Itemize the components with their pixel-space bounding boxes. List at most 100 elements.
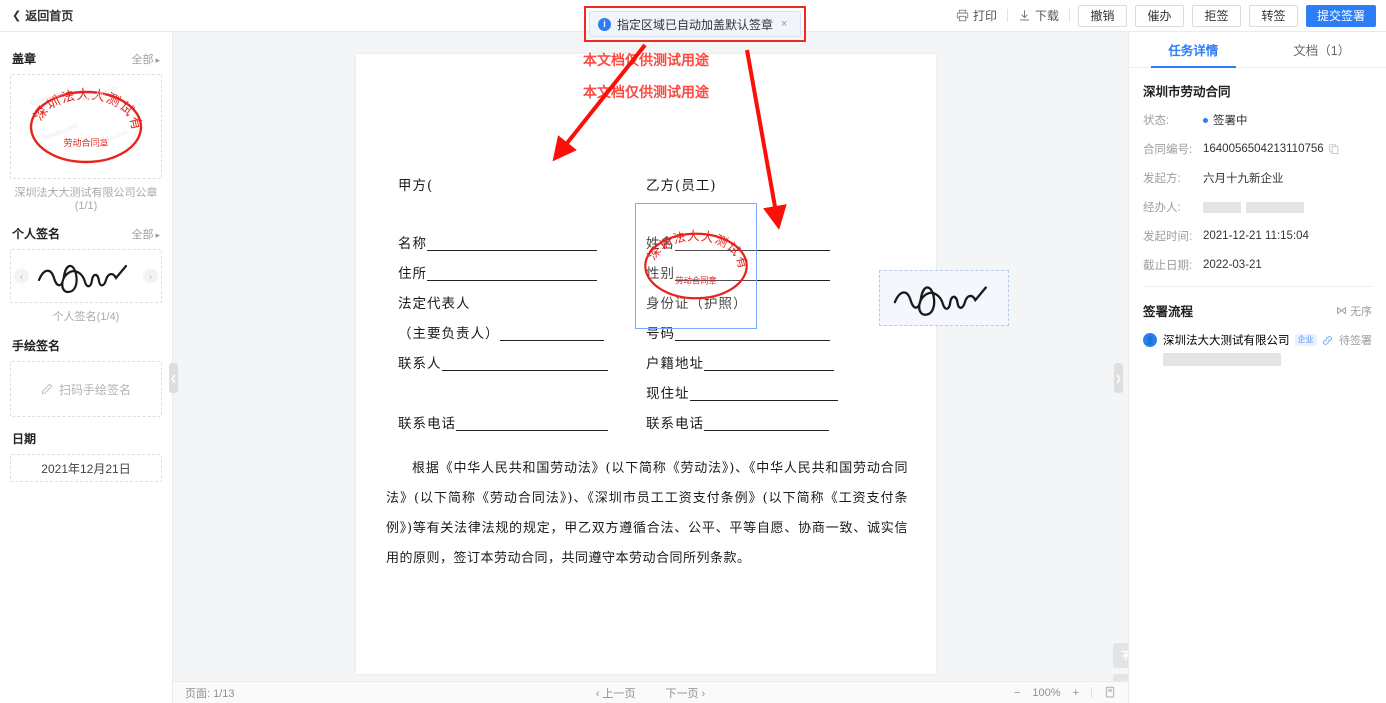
hand-sign-section-title: 手绘签名: [12, 339, 61, 353]
personal-signature-caption: 个人签名(1/4): [52, 311, 120, 323]
signature-app-window: ❮ 返回首页 打印 下载 撤销 催办 拒签 转签 提交签署 i 指定区域已自动加…: [0, 0, 1386, 703]
field-label: 名称: [398, 232, 597, 252]
download-button[interactable]: 下载: [1008, 5, 1069, 27]
detail-row-handler: 经办人:: [1143, 199, 1372, 215]
stamped-seal-graphic: 深圳法大大测试有限公司 劳动合同章: [637, 225, 751, 300]
tab-documents[interactable]: 文档（1）: [1258, 32, 1386, 67]
toolbar-actions: 打印 下载 撤销 催办 拒签 转签 提交签署: [946, 4, 1386, 27]
document-page: 本文档仅供测试用途 本文档仅供测试用途 甲方( 乙方(员工) 名称 住所 法定代…: [356, 53, 936, 674]
right-panel-body: 深圳市劳动合同 状态: 签署中 合同编号: 164005650421311075…: [1129, 68, 1386, 366]
arrow-up-to-line-icon: [1121, 650, 1128, 660]
close-icon[interactable]: ×: [781, 18, 787, 30]
carousel-next-button[interactable]: ›: [143, 268, 158, 284]
zoom-out-button[interactable]: −: [1014, 687, 1020, 699]
svg-text:深圳法大大测试有限公司: 深圳法大大测试有限公司: [637, 225, 751, 271]
signer-name: 深圳法大大测试有限公司: [1163, 335, 1290, 347]
scan-hand-signature-button[interactable]: 扫码手绘签名: [10, 361, 162, 417]
personal-sign-view-all-link[interactable]: 全部 ▸: [131, 226, 160, 242]
urge-button[interactable]: 催办: [1135, 4, 1184, 27]
unordered-icon: ⋈: [1336, 305, 1347, 317]
collapse-left-panel-handle[interactable]: ❮: [169, 363, 178, 393]
employee-signature-field[interactable]: [879, 270, 1009, 326]
back-to-home-button[interactable]: ❮ 返回首页: [12, 7, 73, 24]
signer-list-item[interactable]: 👤 深圳法大大测试有限公司 企业 待签署: [1143, 332, 1372, 366]
field-text: 住所: [398, 266, 427, 282]
employee-signature-graphic: [893, 286, 987, 316]
party-a-label: 甲方(: [398, 178, 434, 194]
seal-section-title: 盖章: [12, 52, 37, 66]
chevron-left-icon: ❮: [12, 10, 22, 22]
link-icon[interactable]: [1322, 335, 1333, 346]
field-text: 名称: [398, 236, 427, 252]
page-watermark-top: 本文档仅供测试用途: [583, 53, 709, 69]
fit-page-icon: [1105, 686, 1115, 698]
download-label: 下载: [1034, 9, 1059, 23]
field-label: 户籍地址: [646, 352, 834, 372]
detail-row-initiator: 发起方: 六月十九新企业: [1143, 170, 1372, 186]
detail-label: 截止日期:: [1143, 260, 1193, 272]
contract-title: 深圳市劳动合同: [1143, 85, 1231, 99]
avatar-icon: 👤: [1143, 333, 1157, 347]
copy-icon[interactable]: [1328, 144, 1339, 154]
field-label: 联系人: [398, 352, 608, 372]
zoom-level-label: 100%: [1032, 686, 1061, 699]
field-text: 联系电话: [398, 416, 456, 432]
field-text: 现住址: [646, 386, 690, 402]
field-text: 联系电话: [646, 416, 704, 432]
deadline-value: 2022-03-21: [1203, 259, 1262, 271]
carousel-prev-button[interactable]: ‹: [14, 268, 29, 284]
personal-sign-section-title: 个人签名: [12, 227, 61, 241]
sign-order-indicator: ⋈ 无序: [1336, 303, 1372, 319]
detail-row-start-time: 发起时间: 2021-12-21 11:15:04: [1143, 228, 1372, 244]
viewer-bottom-bar: 页面: 1/13 ‹ 上一页 下一页 › − 100% +: [173, 681, 1128, 703]
signer-type-badge: 企业: [1294, 333, 1317, 347]
detail-label: 合同编号:: [1143, 144, 1193, 156]
submit-signature-button[interactable]: 提交签署: [1306, 4, 1376, 27]
seal-view-all-link[interactable]: 全部 ▸: [131, 51, 160, 67]
next-page-button[interactable]: 下一页 ›: [666, 685, 706, 701]
info-icon: i: [598, 17, 611, 31]
status-dot-icon: [1203, 117, 1208, 123]
field-text: （主要负责人）: [398, 326, 500, 342]
fit-page-button[interactable]: [1104, 686, 1116, 699]
redacted-value: [1203, 201, 1241, 213]
seal-thumbnail[interactable]: fadada.com fadada.com fadada.com fadada.…: [10, 74, 162, 179]
personal-signature-thumbnail[interactable]: ‹ ›: [10, 249, 162, 303]
sign-order-label: 无序: [1350, 305, 1372, 318]
contract-paragraph: 根据《中华人民共和国劳动法》(以下简称《劳动法》)、《中华人民共和国劳动合同法》…: [386, 454, 908, 574]
zoom-in-button[interactable]: +: [1073, 687, 1079, 699]
toast-message: 指定区域已自动加盖默认签章: [617, 17, 774, 32]
pen-icon: [41, 383, 53, 395]
date-section-header: 日期: [12, 430, 160, 447]
date-stamp-item[interactable]: 2021年12月21日: [10, 454, 162, 482]
company-seal-graphic: fadada.com fadada.com fadada.com fadada.…: [22, 83, 150, 171]
field-label: 现住址: [646, 382, 838, 402]
redacted-signer-detail: [1163, 353, 1281, 366]
print-button[interactable]: 打印: [946, 5, 1007, 27]
reject-sign-button[interactable]: 拒签: [1192, 4, 1241, 27]
status-text: 签署中: [1213, 115, 1248, 127]
page-indicator: 页面: 1/13: [185, 687, 235, 700]
right-detail-panel: 任务详情 文档（1） 深圳市劳动合同 状态: 签署中 合同编号: 1640056…: [1128, 32, 1386, 703]
party-b-label: 乙方(员工): [646, 178, 717, 194]
download-icon: [1018, 9, 1031, 22]
tab-task-details[interactable]: 任务详情: [1129, 32, 1258, 68]
stamped-seal-field[interactable]: 深圳法大大测试有限公司 劳动合同章: [635, 203, 757, 329]
transfer-sign-button[interactable]: 转签: [1249, 4, 1298, 27]
revoke-button[interactable]: 撤销: [1078, 4, 1127, 27]
chevron-right-icon: ▸: [155, 54, 160, 65]
zoom-controls: − 100% +: [1014, 686, 1128, 699]
svg-text:深圳法大大测试有限公司: 深圳法大大测试有限公司: [22, 83, 145, 132]
signer-status: 待签署: [1339, 335, 1372, 347]
initiator-value: 六月十九新企业: [1203, 173, 1284, 185]
detail-label: 发起方:: [1143, 173, 1181, 185]
seal-caption: 深圳法大大测试有限公司公章(1/1): [14, 187, 158, 212]
collapse-right-panel-handle[interactable]: ❯: [1114, 363, 1123, 393]
document-viewer[interactable]: 本文档仅供测试用途 本文档仅供测试用途 甲方( 乙方(员工) 名称 住所 法定代…: [173, 32, 1128, 703]
back-to-home-label: 返回首页: [25, 9, 74, 23]
field-label: 法定代表人: [398, 296, 471, 312]
sign-flow-header: 签署流程 ⋈ 无序: [1143, 301, 1372, 320]
prev-page-button[interactable]: ‹ 上一页: [596, 685, 636, 701]
start-time-value: 2021-12-21 11:15:04: [1203, 230, 1309, 242]
scroll-to-top-button[interactable]: [1113, 643, 1128, 668]
